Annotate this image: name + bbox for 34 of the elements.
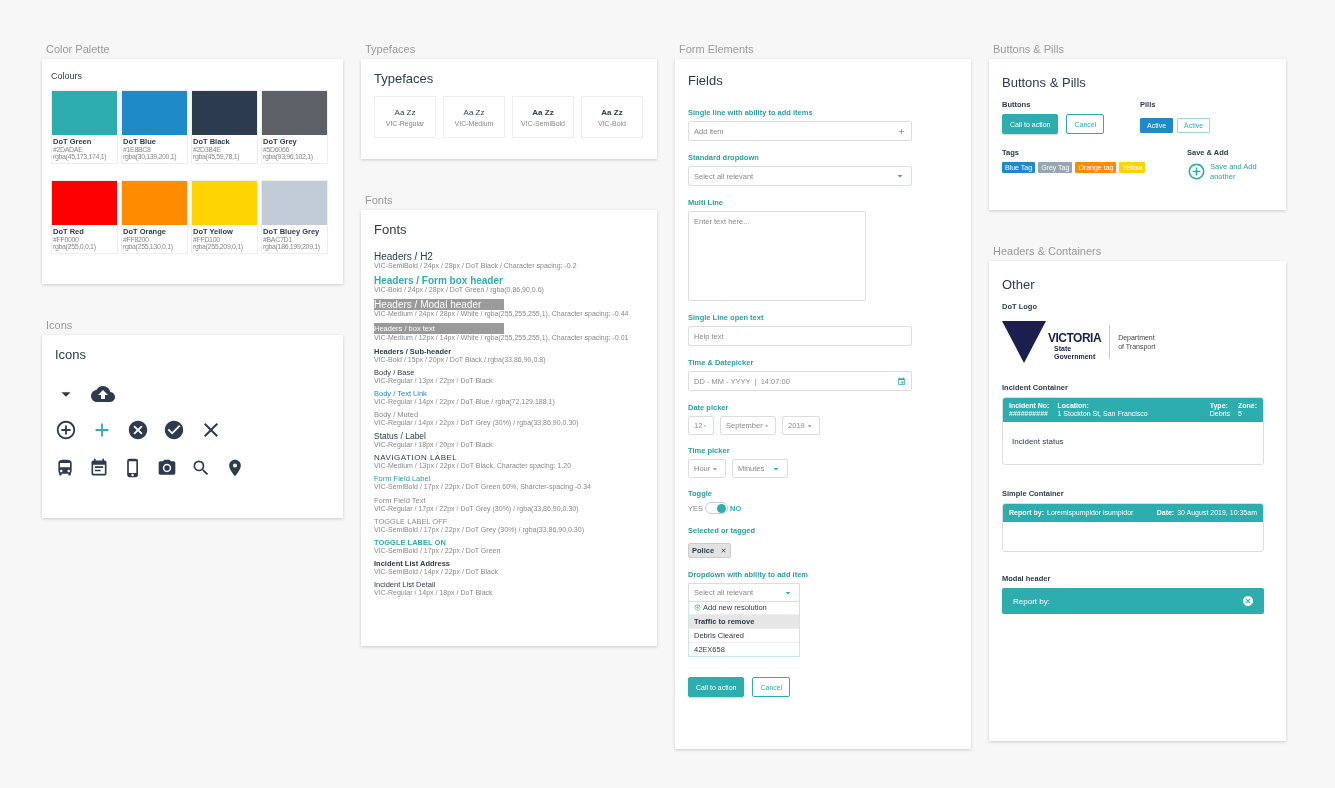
typeface-sample: Aa Zz xyxy=(601,107,623,117)
section-label: Icons xyxy=(46,318,74,332)
bus-icon[interactable] xyxy=(55,458,75,478)
font-style-name: Status / Label xyxy=(374,431,426,442)
section-label: Buttons & Pills xyxy=(993,42,1065,56)
section-label: Headers & Containers xyxy=(993,244,1103,258)
section-label: Typefaces xyxy=(365,42,417,56)
card-title: Typefaces xyxy=(374,71,435,86)
font-style-name: Headers / Modal header xyxy=(374,299,504,311)
status-text: Incident status xyxy=(1012,437,1064,446)
card-title: Colours xyxy=(51,71,83,81)
search-icon[interactable] xyxy=(191,458,211,478)
card-title: Fields xyxy=(688,73,724,88)
calendar-icon[interactable] xyxy=(89,458,109,478)
camera-icon[interactable] xyxy=(157,458,177,478)
font-style-name: Headers / Form box header xyxy=(374,275,503,287)
triangle-logo-icon xyxy=(1002,321,1046,363)
modal-title: Report by: xyxy=(1013,596,1050,606)
font-style-name: NAVIGATION LABEL xyxy=(374,453,458,463)
logo-wordmark: VICTORIA xyxy=(1048,331,1102,346)
section-label: Fonts xyxy=(365,193,394,207)
close-icon xyxy=(720,547,728,554)
card-title: Fonts xyxy=(374,222,408,237)
section-label: Color Palette xyxy=(46,42,111,56)
card-title: Buttons & Pills xyxy=(1002,75,1087,90)
font-style-name: Headers / H2 xyxy=(374,251,433,262)
calendar-icon xyxy=(897,376,906,386)
card-title: Other xyxy=(1002,277,1036,292)
typeface-sample: Aa Zz xyxy=(532,107,554,117)
section-label: Form Elements xyxy=(679,42,755,56)
card-title: Icons xyxy=(55,347,88,362)
typeface-sample: Aa Zz xyxy=(394,107,416,117)
plus-icon xyxy=(897,126,906,136)
typeface-sample: Aa Zz xyxy=(463,107,485,117)
